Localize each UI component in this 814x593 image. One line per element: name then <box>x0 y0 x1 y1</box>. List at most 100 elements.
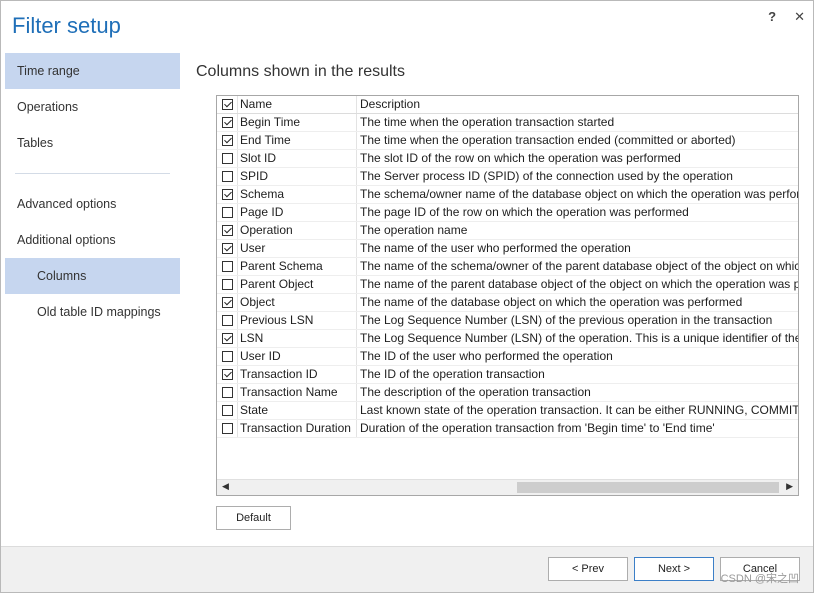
table-row[interactable]: Object The name of the database object on… <box>217 294 798 312</box>
sidebar-item-tables[interactable]: Tables <box>5 125 180 161</box>
table-row[interactable]: Operation The operation name <box>217 222 798 240</box>
sidebar-item-time-range[interactable]: Time range <box>5 53 180 89</box>
row-description-cell: The name of the user who performed the o… <box>360 241 631 255</box>
footer: < Prev Next > Cancel CSDN @宋之凹 <box>1 546 813 592</box>
row-name-cell: End Time <box>238 132 357 149</box>
row-name-cell: User ID <box>238 348 357 365</box>
row-name-cell: Transaction Name <box>238 384 357 401</box>
row-check-cell <box>217 330 238 347</box>
grid-body: Name Description Begin Time The time when… <box>217 96 798 480</box>
row-name-cell: Transaction Duration <box>238 420 357 437</box>
row-checkbox[interactable] <box>221 261 233 272</box>
row-checkbox[interactable] <box>221 423 233 434</box>
row-name-cell: Schema <box>238 186 357 203</box>
sidebar-item-operations[interactable]: Operations <box>5 89 180 125</box>
row-check-cell <box>217 204 238 221</box>
window-title: Filter setup <box>12 13 121 38</box>
row-name-cell: Operation <box>238 222 357 239</box>
row-checkbox[interactable] <box>221 315 233 326</box>
row-checkbox[interactable] <box>221 387 233 398</box>
horizontal-scrollbar[interactable]: ◀ ▶ <box>217 479 798 495</box>
table-row[interactable]: Transaction Name The description of the o… <box>217 384 798 402</box>
row-name-cell: Parent Object <box>238 276 357 293</box>
table-row[interactable]: LSN The Log Sequence Number (LSN) of the … <box>217 330 798 348</box>
table-row[interactable]: Parent Object The name of the parent data… <box>217 276 798 294</box>
scrollbar-thumb[interactable] <box>517 482 779 493</box>
row-check-cell <box>217 168 238 185</box>
row-check-cell <box>217 222 238 239</box>
row-checkbox[interactable] <box>221 279 233 290</box>
table-row[interactable]: Transaction Duration Duration of the oper… <box>217 420 798 438</box>
row-checkbox[interactable] <box>221 297 233 308</box>
row-name-cell: State <box>238 402 357 419</box>
table-row[interactable]: Slot ID The slot ID of the row on which t… <box>217 150 798 168</box>
row-checkbox[interactable] <box>221 243 233 254</box>
row-checkbox[interactable] <box>221 369 233 380</box>
table-row[interactable]: Transaction ID The ID of the operation tr… <box>217 366 798 384</box>
row-description-cell: The page ID of the row on which the oper… <box>360 205 689 219</box>
row-checkbox[interactable] <box>221 207 233 218</box>
table-row[interactable]: Parent Schema The name of the schema/owne… <box>217 258 798 276</box>
row-description-cell: The name of the parent database object o… <box>360 277 798 291</box>
row-check-cell <box>217 258 238 275</box>
row-check-cell <box>217 312 238 329</box>
row-name-cell: User <box>238 240 357 257</box>
table-row[interactable]: Begin Time The time when the operation tr… <box>217 114 798 132</box>
row-description-cell: The ID of the user who performed the ope… <box>360 349 613 363</box>
sidebar-item-columns[interactable]: Columns <box>5 258 180 294</box>
table-row[interactable]: Schema The schema/owner name of the datab… <box>217 186 798 204</box>
prev-button[interactable]: < Prev <box>548 557 628 581</box>
row-checkbox[interactable] <box>221 171 233 182</box>
row-description-cell: The Server process ID (SPID) of the conn… <box>360 169 733 183</box>
row-checkbox[interactable] <box>221 333 233 344</box>
select-all-checkbox[interactable] <box>221 99 233 110</box>
row-check-cell <box>217 240 238 257</box>
close-icon[interactable]: ✕ <box>794 9 805 25</box>
select-all-cell <box>217 96 238 113</box>
row-name-cell: Begin Time <box>238 114 357 131</box>
grid-rows: Begin Time The time when the operation tr… <box>217 114 798 438</box>
row-checkbox[interactable] <box>221 117 233 128</box>
sidebar-item-additional-options[interactable]: Additional options <box>5 222 180 258</box>
row-check-cell <box>217 402 238 419</box>
row-checkbox[interactable] <box>221 189 233 200</box>
scroll-left-arrow-icon[interactable]: ◀ <box>222 481 229 492</box>
row-description-cell: The time when the operation transaction … <box>360 133 736 147</box>
scroll-right-arrow-icon[interactable]: ▶ <box>786 481 793 492</box>
row-checkbox[interactable] <box>221 153 233 164</box>
sidebar-divider <box>15 173 170 174</box>
table-row[interactable]: Page ID The page ID of the row on which t… <box>217 204 798 222</box>
row-checkbox[interactable] <box>221 351 233 362</box>
row-checkbox[interactable] <box>221 225 233 236</box>
table-row[interactable]: Previous LSN The Log Sequence Number (LSN… <box>217 312 798 330</box>
help-icon[interactable]: ? <box>768 9 776 25</box>
row-description-cell: The ID of the operation transaction <box>360 367 545 381</box>
table-row[interactable]: User The name of the user who performed t… <box>217 240 798 258</box>
default-button[interactable]: Default <box>216 506 291 530</box>
row-checkbox[interactable] <box>221 135 233 146</box>
row-name-cell: Parent Schema <box>238 258 357 275</box>
table-row[interactable]: SPID The Server process ID (SPID) of the … <box>217 168 798 186</box>
row-check-cell <box>217 348 238 365</box>
table-row[interactable]: User ID The ID of the user who performed … <box>217 348 798 366</box>
row-check-cell <box>217 186 238 203</box>
row-description-cell: The description of the operation transac… <box>360 385 591 399</box>
row-name-cell: Slot ID <box>238 150 357 167</box>
row-description-cell: The slot ID of the row on which the oper… <box>360 151 681 165</box>
row-check-cell <box>217 276 238 293</box>
column-header-name[interactable]: Name <box>238 96 357 113</box>
filter-setup-window: Filter setup ? ✕ Time range Operations T… <box>0 0 814 593</box>
row-name-cell: LSN <box>238 330 357 347</box>
row-checkbox[interactable] <box>221 405 233 416</box>
row-check-cell <box>217 366 238 383</box>
next-button[interactable]: Next > <box>634 557 714 581</box>
table-row[interactable]: State Last known state of the operation t… <box>217 402 798 420</box>
column-header-description[interactable]: Description <box>357 96 798 113</box>
sidebar-item-advanced-options[interactable]: Advanced options <box>5 186 180 222</box>
sidebar: Time range Operations Tables Advanced op… <box>5 53 180 330</box>
row-description-cell: The name of the schema/owner of the pare… <box>360 259 798 273</box>
table-row[interactable]: End Time The time when the operation tran… <box>217 132 798 150</box>
row-name-cell: SPID <box>238 168 357 185</box>
row-description-cell: The Log Sequence Number (LSN) of the ope… <box>360 331 798 345</box>
sidebar-item-old-table-id-mappings[interactable]: Old table ID mappings <box>5 294 180 330</box>
